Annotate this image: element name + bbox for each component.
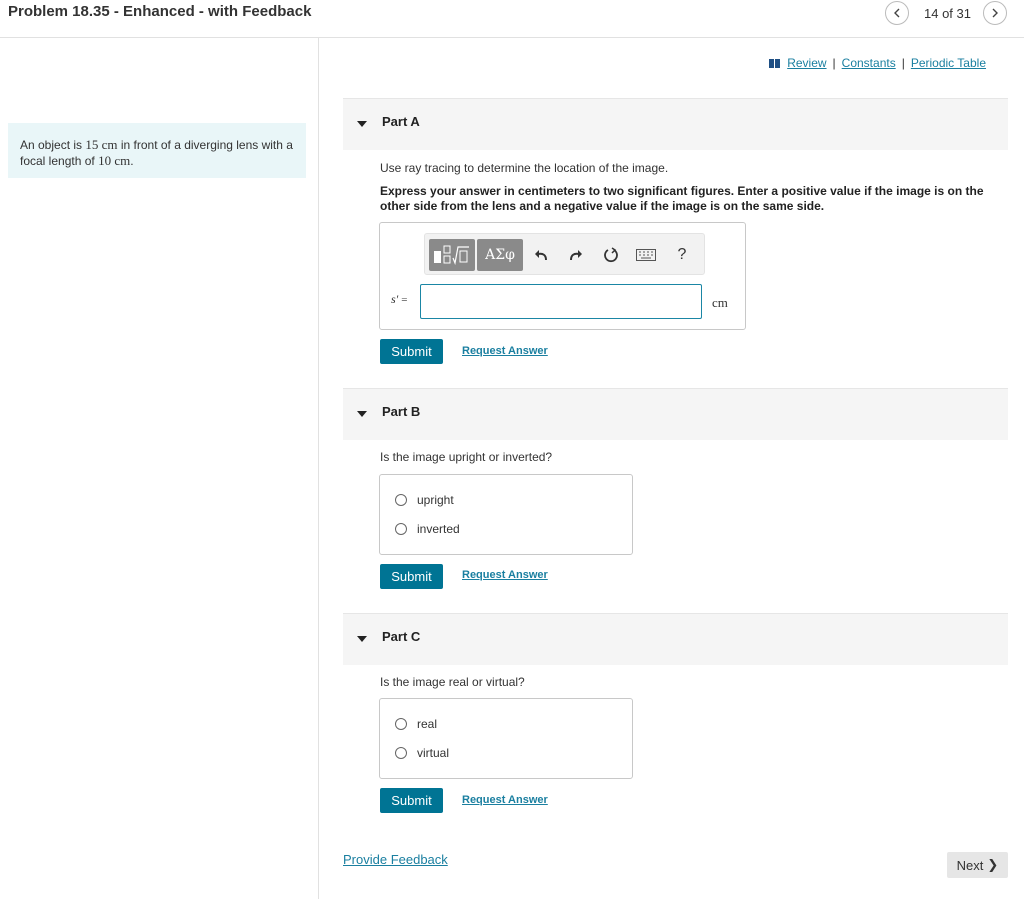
part-a-request-answer-link[interactable]: Request Answer [462,345,548,357]
choice-real[interactable]: real [395,717,437,731]
intro-focal-length: 10 cm [98,153,131,168]
page-title: Problem 18.35 - Enhanced - with Feedback [8,3,312,20]
answer-variable: s′ = [391,292,408,307]
caret-down-icon [357,411,367,417]
greek-symbols-button[interactable]: ΑΣφ [477,239,523,271]
resource-links: Review | Constants | Periodic Table [769,56,986,70]
provide-feedback-link[interactable]: Provide Feedback [343,852,448,867]
chevron-right-icon [992,8,998,18]
part-c-header[interactable]: Part C [343,613,1008,665]
part-b-title: Part B [382,404,421,419]
intro-distance: 15 cm [85,137,118,152]
choice-upright[interactable]: upright [395,493,454,507]
problem-intro: An object is 15 cm in front of a divergi… [8,123,306,178]
review-link[interactable]: Review [787,56,826,70]
radio-icon[interactable] [395,747,407,759]
radio-icon[interactable] [395,523,407,535]
intro-text-end: . [130,154,134,168]
part-c-request-answer-link[interactable]: Request Answer [462,794,548,806]
undo-button[interactable] [532,245,550,265]
book-icon [769,58,781,68]
next-label: Next [956,857,984,873]
choice-label: upright [417,493,454,507]
keyboard-button[interactable] [635,245,657,265]
chevron-left-icon [894,8,900,18]
part-a-header[interactable]: Part A [343,98,1008,150]
part-b-submit-button[interactable]: Submit [380,564,443,589]
page-count: 14 of 31 [924,6,971,21]
previous-problem-button[interactable] [885,1,909,25]
periodic-table-link[interactable]: Periodic Table [911,56,986,70]
keyboard-icon [636,249,656,261]
column-divider [318,38,319,899]
templates-button[interactable] [429,239,475,271]
choice-label: virtual [417,746,450,760]
link-separator: | [901,56,905,70]
part-c-question: Is the image real or virtual? [380,675,525,689]
part-a-title: Part A [382,114,420,129]
part-a-question: Use ray tracing to determine the locatio… [380,161,669,175]
math-toolbar: ΑΣφ ? [424,233,705,275]
choice-label: real [417,717,438,731]
redo-button[interactable] [567,245,585,265]
equals-sign: = [401,294,408,306]
radio-icon[interactable] [395,494,407,506]
chevron-right-small-icon: ❯ [987,857,999,872]
answer-unit: cm [712,295,728,310]
part-b-header[interactable]: Part B [343,388,1008,440]
help-button[interactable]: ? [673,245,691,265]
next-problem-button[interactable] [983,1,1007,25]
link-separator: | [832,56,836,70]
choice-virtual[interactable]: virtual [395,746,449,760]
part-b-choices: upright inverted [379,474,633,555]
intro-text-start: An object is [20,138,86,152]
part-a-instructions: Express your answer in centimeters to tw… [380,184,984,213]
caret-down-icon [357,121,367,127]
part-c-choices: real virtual [379,698,633,779]
part-b-request-answer-link[interactable]: Request Answer [462,569,548,581]
part-c-submit-button[interactable]: Submit [380,788,443,813]
reset-button[interactable] [602,245,620,265]
part-b-question: Is the image upright or inverted? [380,450,553,464]
choice-label: inverted [417,522,460,536]
reset-icon [604,247,618,263]
answer-input[interactable] [420,284,702,319]
radio-icon[interactable] [395,718,407,730]
undo-icon [535,250,547,261]
caret-down-icon [357,636,367,642]
constants-link[interactable]: Constants [842,56,896,70]
redo-icon [570,250,582,261]
answer-box: ΑΣφ ? s′ = cm [379,222,746,330]
variable-symbol: s′ [391,292,399,306]
next-button[interactable]: Next ❯ [947,852,1008,878]
choice-inverted[interactable]: inverted [395,522,460,536]
part-a-submit-button[interactable]: Submit [380,339,443,364]
template-icon [434,245,469,266]
top-bar: Problem 18.35 - Enhanced - with Feedback… [0,0,1024,38]
part-c-title: Part C [382,629,421,644]
